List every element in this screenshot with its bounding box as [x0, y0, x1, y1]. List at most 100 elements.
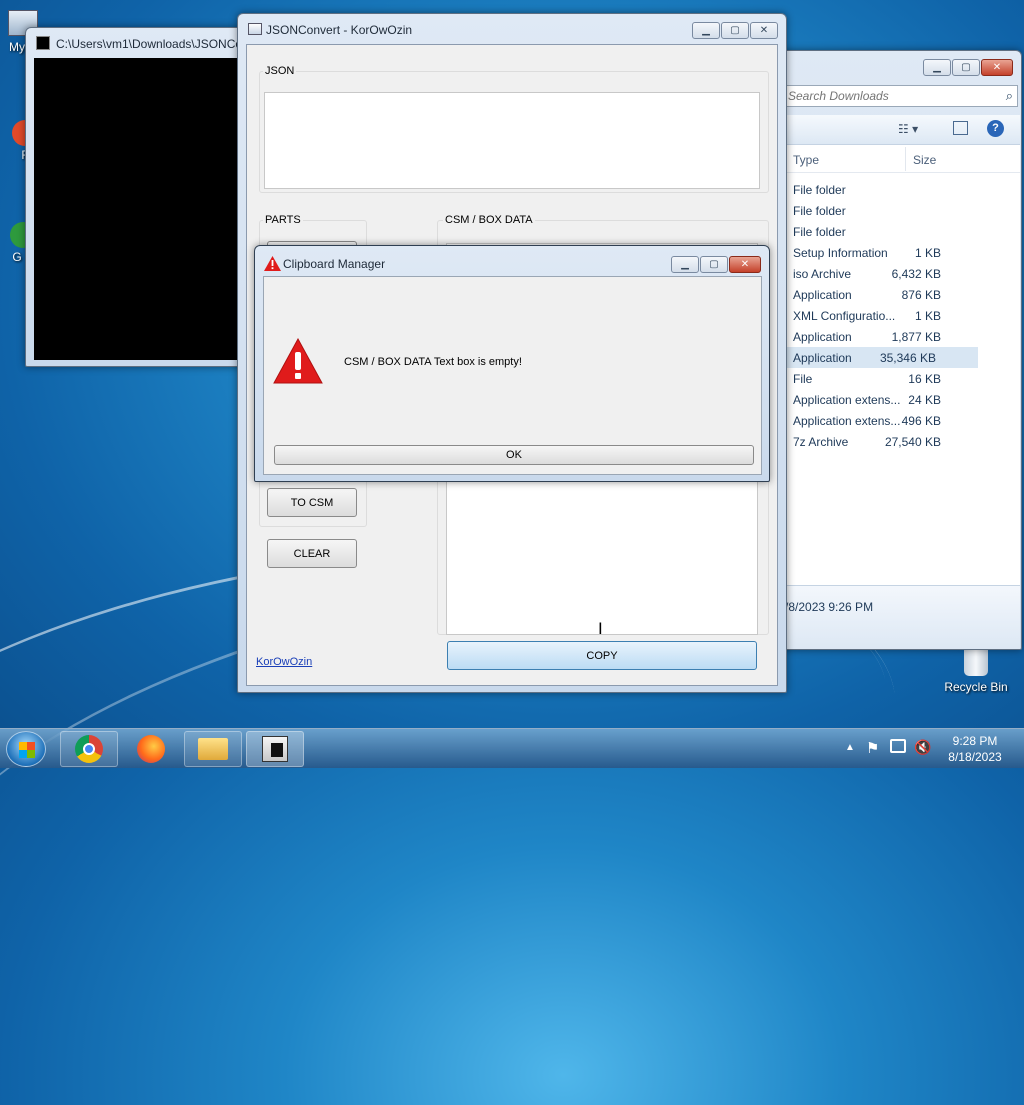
search-box[interactable]: ⌕ [783, 85, 1018, 107]
clear-button[interactable]: CLEAR [267, 539, 357, 568]
preview-pane-icon[interactable] [953, 121, 968, 135]
show-hidden-icons-icon[interactable]: ▲ [845, 742, 855, 753]
clock-time: 9:28 PM [952, 734, 998, 748]
console-titlebar[interactable]: C:\Users\vm1\Downloads\JSONCo [26, 28, 244, 58]
file-row[interactable]: Application 35,346 KB [783, 347, 978, 368]
file-row[interactable]: Setup Information 1 KB [783, 242, 983, 263]
file-type: Setup Information [793, 246, 888, 260]
windows-logo-icon [19, 742, 35, 758]
file-size: 35,346 KB [879, 351, 936, 365]
file-list: Type Size File folder File folder File fol… [783, 145, 1020, 585]
error-warning-icon [273, 338, 323, 384]
dialog-message: CSM / BOX DATA Text box is empty! [344, 356, 522, 368]
clipboard-manager-dialog[interactable]: Clipboard Manager ▁ ▢ ✕ CSM / BOX DATA T… [254, 245, 770, 482]
maximize-button[interactable]: ▢ [952, 59, 980, 76]
maximize-button[interactable]: ▢ [700, 256, 728, 273]
chrome-icon [75, 735, 103, 763]
file-size: 876 KB [901, 288, 941, 302]
minimize-button[interactable]: ▁ [692, 22, 720, 39]
dialog-titlebar[interactable]: Clipboard Manager ▁ ▢ ✕ [255, 246, 769, 276]
console-output[interactable] [34, 58, 242, 360]
start-button[interactable] [6, 731, 46, 767]
file-size: 16 KB [908, 372, 941, 386]
details-pane: /8/2023 9:26 PM [783, 585, 1020, 649]
clock[interactable]: 9:28 PM 8/18/2023 [935, 733, 1015, 765]
dialog-client: CSM / BOX DATA Text box is empty! OK [263, 276, 762, 475]
console-window[interactable]: C:\Users\vm1\Downloads\JSONCo [25, 27, 245, 367]
explorer-window-controls: ▁ ▢ ✕ [923, 59, 1013, 76]
close-button[interactable]: ✕ [750, 22, 778, 39]
explorer-toolbar: ☷ ▾ ? [783, 115, 1020, 145]
dialog-title: Clipboard Manager [283, 257, 386, 271]
json-textbox[interactable] [264, 92, 760, 189]
file-size: 1,877 KB [891, 330, 941, 344]
file-row[interactable]: File folder [783, 221, 983, 242]
action-center-flag-icon[interactable]: ⚑ [866, 739, 879, 757]
close-button[interactable]: ✕ [981, 59, 1013, 76]
taskbar-jsonconvert[interactable] [246, 731, 304, 767]
search-icon[interactable]: ⌕ [1006, 88, 1013, 104]
file-row[interactable]: File folder [783, 179, 983, 200]
taskbar-chrome[interactable] [60, 731, 118, 767]
file-row[interactable]: Application extens... 496 KB [783, 410, 983, 431]
korowozin-link[interactable]: KorOwOzin [256, 656, 312, 668]
explorer-window[interactable]: ▁ ▢ ✕ ⌕ ☷ ▾ ? Type Size File folder File … [760, 50, 1022, 650]
close-icon: ✕ [740, 259, 750, 270]
search-input[interactable] [786, 88, 986, 104]
file-list-header: Type Size [783, 145, 1020, 173]
file-row[interactable]: XML Configuratio... 1 KB [783, 305, 983, 326]
console-app-icon [36, 36, 50, 50]
network-icon[interactable] [890, 739, 906, 753]
file-type: 7z Archive [793, 435, 849, 449]
file-row[interactable]: 7z Archive 27,540 KB [783, 431, 983, 452]
desktop-icon-label: Recycle Bin [944, 680, 1008, 694]
desktop-icon-recycle-bin[interactable]: Recycle Bin [940, 648, 1012, 694]
file-type: File folder [793, 183, 846, 197]
close-button[interactable]: ✕ [729, 256, 761, 273]
maximize-icon: ▢ [730, 25, 740, 36]
column-header-type[interactable]: Type [793, 153, 819, 167]
file-row[interactable]: iso Archive 6,432 KB [783, 263, 983, 284]
file-row[interactable]: Application 876 KB [783, 284, 983, 305]
taskbar: ▲ ⚑ 🔇 9:28 PM 8/18/2023 [0, 728, 1024, 768]
console-title: C:\Users\vm1\Downloads\JSONCo [56, 37, 243, 51]
file-row[interactable]: Application extens... 24 KB [783, 389, 983, 410]
file-row[interactable]: File 16 KB [783, 368, 983, 389]
taskbar-explorer[interactable] [184, 731, 242, 767]
file-size: 496 KB [901, 414, 941, 428]
json-label: JSON [263, 65, 297, 77]
parts-label: PARTS [263, 214, 303, 226]
maximize-button[interactable]: ▢ [721, 22, 749, 39]
minimize-button[interactable]: ▁ [671, 256, 699, 273]
jsonconvert-titlebar[interactable]: JSONConvert - KorOwOzin ▁ ▢ ✕ [238, 14, 786, 44]
file-size: 24 KB [908, 393, 941, 407]
file-type: Application [793, 330, 852, 344]
clock-date: 8/18/2023 [948, 750, 1002, 764]
file-row[interactable]: File folder [783, 200, 983, 221]
minimize-button[interactable]: ▁ [923, 59, 951, 76]
file-size: 6,432 KB [891, 267, 941, 281]
column-header-size[interactable]: Size [913, 153, 936, 167]
column-divider [905, 147, 906, 171]
dialog-window-controls: ▁ ▢ ✕ [671, 256, 761, 273]
volume-muted-icon[interactable]: 🔇 [914, 739, 931, 756]
to-csm-button[interactable]: TO CSM [267, 488, 357, 517]
file-type: iso Archive [793, 267, 852, 281]
help-icon[interactable]: ? [987, 120, 1004, 137]
ok-button[interactable]: OK [274, 445, 754, 465]
taskbar-firefox[interactable] [122, 731, 180, 767]
explorer-titlebar[interactable]: ▁ ▢ ✕ [761, 51, 1021, 81]
file-type: Application extens... [793, 414, 901, 428]
recycle-bin-icon [964, 648, 988, 676]
jsonconvert-app-icon [248, 23, 262, 35]
close-icon: ✕ [759, 25, 769, 36]
file-type: File folder [793, 225, 846, 239]
view-options-icon[interactable]: ☷ ▾ [898, 122, 918, 136]
warning-icon [264, 256, 281, 271]
jsonconvert-app-icon [262, 736, 288, 762]
minimize-icon: ▁ [702, 25, 710, 36]
maximize-icon: ▢ [709, 259, 719, 270]
file-row[interactable]: Application 1,877 KB [783, 326, 983, 347]
file-size: 1 KB [914, 309, 941, 323]
copy-button[interactable]: COPY [447, 641, 757, 670]
